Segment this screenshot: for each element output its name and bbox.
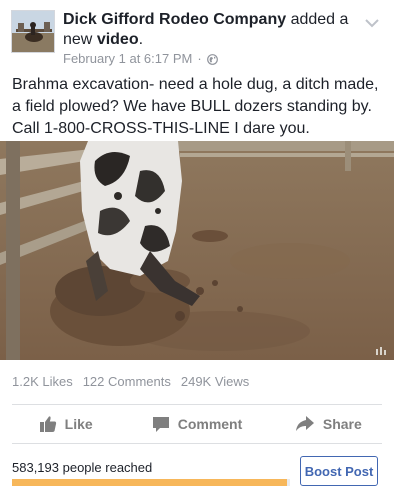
- divider: [12, 443, 382, 444]
- chevron-down-icon[interactable]: [364, 16, 380, 28]
- meta-separator: ·: [197, 51, 202, 66]
- comment-button[interactable]: Comment: [131, 405, 262, 443]
- page-avatar[interactable]: [11, 10, 55, 53]
- action-suffix: .: [138, 31, 144, 48]
- comment-label: Comment: [177, 416, 243, 432]
- post-text: Brahma excavation- need a hole dug, a di…: [12, 76, 379, 137]
- engagement-stats: 1.2K Likes 122 Comments 249K Views: [12, 374, 249, 389]
- views-count[interactable]: 249K Views: [181, 374, 249, 389]
- comments-count[interactable]: 122 Comments: [83, 374, 171, 389]
- like-label: Like: [64, 416, 93, 432]
- post-meta: February 1 at 6:17 PM ·: [63, 51, 218, 66]
- people-reached-text[interactable]: 583,193 people reached: [12, 460, 152, 475]
- reach-progress-fill: [12, 479, 288, 486]
- share-label: Share: [322, 416, 362, 432]
- post-attribution: Dick Gifford Rodeo Company added a new v…: [63, 10, 353, 50]
- reach-progress-bar: [12, 479, 290, 486]
- reach-section: 583,193 people reached Boost Post: [0, 452, 394, 499]
- likes-count[interactable]: 1.2K Likes: [12, 374, 73, 389]
- comment-icon: [152, 417, 169, 432]
- like-button[interactable]: Like: [0, 405, 131, 443]
- video-frame: [0, 141, 394, 360]
- post-timestamp[interactable]: February 1 at 6:17 PM: [63, 51, 192, 66]
- boost-post-button[interactable]: Boost Post: [300, 456, 378, 486]
- action-bar: Like Comment Share: [0, 405, 394, 443]
- share-arrow-icon: [295, 416, 314, 431]
- post-header: Dick Gifford Rodeo Company added a new v…: [0, 0, 394, 72]
- page-name-link[interactable]: Dick Gifford Rodeo Company: [63, 11, 286, 28]
- globe-icon: [206, 53, 218, 65]
- thumbs-up-icon: [39, 416, 56, 432]
- share-button[interactable]: Share: [263, 405, 394, 443]
- video-player[interactable]: [0, 141, 394, 360]
- action-object-link[interactable]: video: [97, 31, 139, 48]
